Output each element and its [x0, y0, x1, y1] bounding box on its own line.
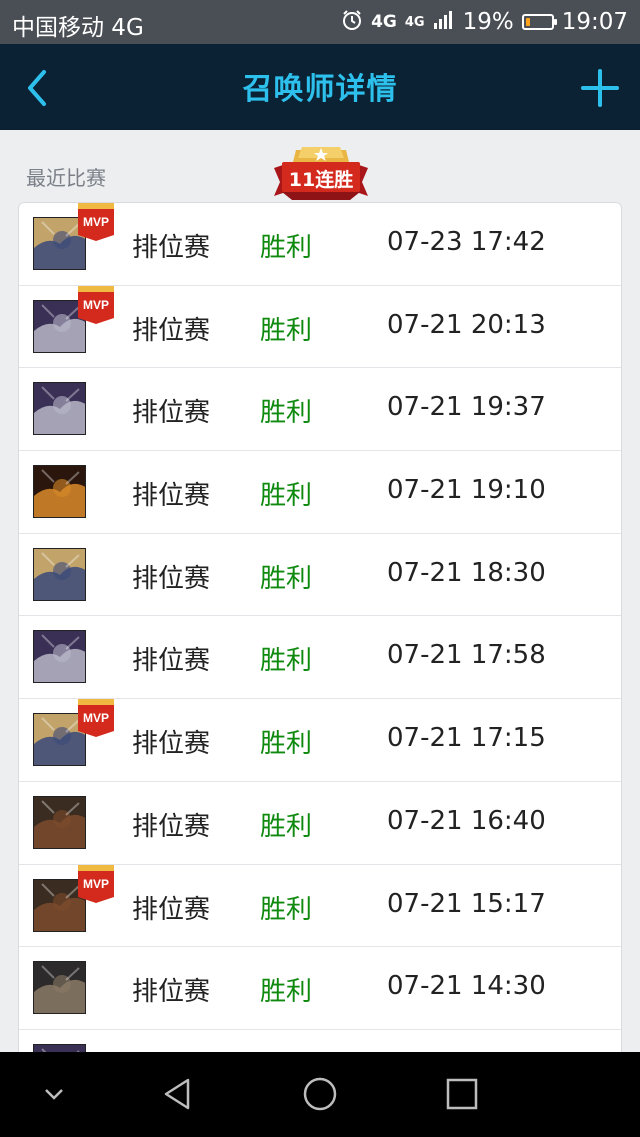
champion-avatar	[33, 630, 86, 684]
match-row[interactable]: 排位赛 胜利 07-21 16:40	[19, 782, 621, 865]
champion-avatar	[33, 547, 86, 601]
match-time: 07-21 15:17	[387, 888, 546, 919]
match-time: 07-23 17:42	[387, 227, 546, 257]
match-time: 07-21 20:13	[387, 309, 546, 340]
recents-button[interactable]	[442, 1074, 482, 1114]
match-result: 胜利	[260, 233, 313, 263]
match-result: 胜利	[260, 894, 313, 925]
match-result: 胜利	[260, 315, 313, 346]
triangle-back-icon	[164, 1078, 190, 1110]
match-type: 排位赛	[132, 977, 211, 1008]
clock-time: 19:07	[561, 9, 628, 35]
match-type: 排位赛	[132, 894, 211, 925]
mvp-badge: MVP	[76, 699, 116, 738]
chevron-down-icon	[45, 1089, 63, 1100]
svg-text:MVP: MVP	[83, 215, 109, 229]
match-type: 排位赛	[132, 315, 211, 346]
champion-avatar	[33, 961, 86, 1015]
streak-label: 11连胜	[288, 169, 354, 191]
match-type: 排位赛	[132, 646, 211, 677]
match-row[interactable]: 排位赛 胜利 07-21 19:37	[19, 368, 621, 452]
carrier-label: 中国移动 4G	[12, 15, 144, 41]
match-result: 胜利	[260, 729, 313, 760]
match-row[interactable]: 排位赛 胜利 07-21 19:10	[19, 451, 621, 534]
match-row[interactable]: 排位赛 胜利 07-21 18:30	[19, 534, 621, 617]
match-time: 07-21 16:40	[387, 805, 546, 836]
battery-level	[525, 18, 531, 26]
champion-avatar	[33, 465, 86, 519]
match-type: 排位赛	[132, 398, 211, 429]
match-row[interactable]: 排位赛 胜利 07-21 14:30	[19, 947, 621, 1030]
home-button[interactable]	[300, 1074, 340, 1114]
match-result: 胜利	[260, 563, 313, 594]
mvp-badge: MVP	[76, 285, 116, 324]
battery-icon	[521, 14, 557, 30]
content-area[interactable]: 最近比赛 11连胜 MVP 排位赛 胜利 07-23 17:42 MVP 排位赛 胜利 07-…	[0, 130, 640, 1052]
mvp-badge: MVP	[76, 864, 116, 903]
match-row[interactable]: MVP 排位赛 胜利 07-21 15:17	[19, 864, 621, 948]
match-time: 07-21 18:30	[387, 557, 546, 588]
status-right: 4G 4G 19% 19:07	[341, 8, 628, 36]
match-row[interactable]: MVP 排位赛 胜利 07-21 20:13	[19, 285, 621, 369]
status-bar: 中国移动 4G 4G 4G 19% 19:07	[0, 0, 640, 44]
match-row[interactable]: MVP 排位赛 胜利 07-21 17:15	[19, 699, 621, 782]
mvp-badge: MVP	[76, 203, 116, 241]
system-nav-bar	[0, 1052, 640, 1137]
signal-icon	[433, 8, 455, 36]
match-result: 胜利	[260, 811, 313, 842]
match-time: 07-21 19:10	[387, 475, 546, 506]
section-title: 最近比赛	[26, 166, 106, 190]
win-streak-badge: 11连胜	[272, 144, 370, 208]
back-nav-button[interactable]	[158, 1074, 198, 1114]
network-type-2: 4G	[404, 14, 425, 30]
page-title: 召唤师详情	[242, 72, 398, 107]
collapse-button[interactable]	[34, 1074, 74, 1114]
svg-text:MVP: MVP	[83, 711, 109, 725]
svg-text:MVP: MVP	[83, 877, 109, 891]
match-time: 07-21 17:15	[387, 723, 546, 754]
champion-avatar	[33, 795, 86, 849]
header-bar: 召唤师详情	[0, 44, 640, 130]
champion-avatar	[33, 382, 86, 436]
svg-text:MVP: MVP	[83, 298, 109, 312]
match-result: 胜利	[260, 646, 313, 677]
match-type: 排位赛	[132, 481, 211, 512]
plus-icon	[581, 69, 619, 107]
match-row[interactable]: 排位赛胜利07-20 22:31	[19, 1030, 621, 1052]
alarm-clock-icon	[341, 9, 363, 36]
match-type: 排位赛	[132, 563, 211, 594]
add-button[interactable]	[580, 68, 620, 108]
match-type: 排位赛	[132, 729, 211, 760]
match-time: 07-21 14:30	[387, 971, 546, 1002]
square-recents-icon	[446, 1078, 478, 1110]
champion-avatar	[33, 1043, 86, 1052]
match-result: 胜利	[260, 977, 313, 1008]
match-time: 07-21 19:37	[387, 392, 546, 423]
battery-percent: 19%	[462, 9, 514, 35]
match-row[interactable]: 排位赛 胜利 07-21 17:58	[19, 616, 621, 700]
match-result: 胜利	[260, 481, 313, 512]
match-list: MVP 排位赛 胜利 07-23 17:42 MVP 排位赛 胜利 07-21 20:13 排位…	[18, 202, 622, 1052]
network-type-1: 4G	[371, 12, 397, 32]
match-result: 胜利	[260, 398, 313, 429]
match-row[interactable]: MVP 排位赛 胜利 07-23 17:42	[19, 203, 621, 286]
match-time: 07-21 17:58	[387, 640, 546, 671]
match-type: 排位赛	[132, 811, 211, 842]
match-type: 排位赛	[132, 233, 211, 263]
circle-home-icon	[303, 1077, 337, 1111]
